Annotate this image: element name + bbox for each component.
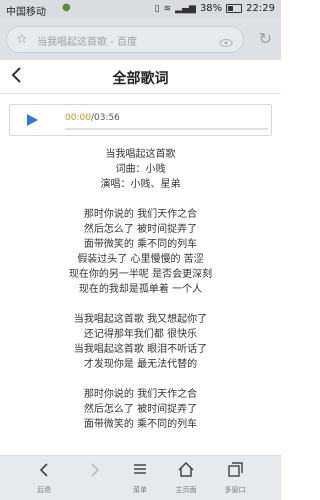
nav-windows[interactable]: 多窗口	[207, 462, 263, 495]
lyric-line: 当我唱起这首歌 我又想起你了	[73, 314, 208, 325]
reader-mode-icon[interactable]	[219, 33, 233, 52]
vibrate-icon: ▯	[154, 3, 160, 14]
lyric-line: 面带微笑的 乘不同的列车	[83, 239, 198, 250]
lyric-gap	[0, 372, 281, 387]
home-icon	[158, 461, 214, 482]
bookmark-star-icon[interactable]: ☆	[16, 32, 28, 47]
nav-back-label: 后退	[37, 486, 51, 494]
back-arrow-icon	[16, 462, 72, 482]
time-display: 00:00/03:56	[65, 113, 120, 123]
windows-icon	[207, 462, 263, 482]
bottom-navigation: 后退 菜单 主页面 多窗口	[0, 455, 281, 500]
lyric-line: 面带微笑的 乘不同的列车	[83, 419, 198, 430]
lyric-line: 然后怎么了 被时间捉弄了	[83, 224, 198, 235]
lyric-line: 还记得那年我们都 很快乐	[83, 329, 198, 340]
page-header: 全部歌词	[0, 60, 281, 94]
nav-back[interactable]: 后退	[16, 462, 72, 495]
url-text[interactable]: 当我唱起这首歌 - 百度	[37, 33, 137, 48]
lyric-gap	[0, 192, 281, 207]
signal-icon: ▂▄▆	[175, 3, 196, 14]
lyric-line: 演唱：小贱、星弟	[100, 179, 181, 190]
battery-icon	[226, 4, 243, 13]
browser-toolbar: ☆ 当我唱起这首歌 - 百度 ↻	[0, 19, 281, 60]
lyric-line: 假装过头了 心里慢慢的 苦涩	[77, 254, 204, 265]
play-icon[interactable]	[27, 114, 38, 126]
lyric-line: 才发现你是 最无法代替的	[83, 359, 198, 370]
lyric-gap	[0, 297, 281, 312]
nav-home-label: 主页面	[175, 486, 197, 494]
lyric-line: 当我唱起这首歌	[105, 149, 176, 160]
lyric-line: 词曲：小贱	[115, 164, 166, 175]
nav-windows-label: 多窗口	[224, 486, 246, 494]
lyric-line: 现在的我却是孤单着 一个人	[78, 284, 203, 295]
lyric-line: 那时你说的 我们天作之合	[83, 209, 198, 220]
status-right: ▯ ≋ ▂▄▆ 38% 22:29	[155, 3, 275, 14]
carrier-name: 中国移动	[6, 7, 46, 18]
clock: 22:29	[246, 3, 275, 14]
lyric-line: 当我唱起这首歌 眼泪不听话了	[73, 344, 208, 355]
nav-home[interactable]: 主页面	[158, 461, 214, 495]
progress-track[interactable]	[65, 128, 268, 130]
lyrics-body: 当我唱起这首歌 词曲：小贱演唱：小贱、星弟那时你说的 我们天作之合 然后怎么了 被时…	[0, 147, 281, 432]
duration: /03:56	[90, 113, 120, 123]
page-title: 全部歌词	[112, 71, 169, 87]
notification-icon: ●	[62, 2, 71, 13]
lyric-line: 现在你的另一半呢 是否会更深刻	[68, 269, 213, 280]
current-time: 00:00	[65, 113, 91, 123]
lyric-line: 然后怎么了 被时间捉弄了	[83, 404, 198, 415]
battery-percent: 38%	[199, 3, 223, 14]
status-bar: 中国移动 ● ▯ ≋ ▂▄▆ 38% 22:29	[0, 0, 281, 19]
reload-icon[interactable]: ↻	[259, 30, 272, 48]
lyric-line: 那时你说的 我们天作之合	[83, 389, 198, 400]
address-bar[interactable]: ☆ 当我唱起这首歌 - 百度	[6, 26, 244, 53]
wifi-icon: ≋	[163, 3, 172, 14]
audio-player: 00:00/03:56	[9, 104, 272, 136]
